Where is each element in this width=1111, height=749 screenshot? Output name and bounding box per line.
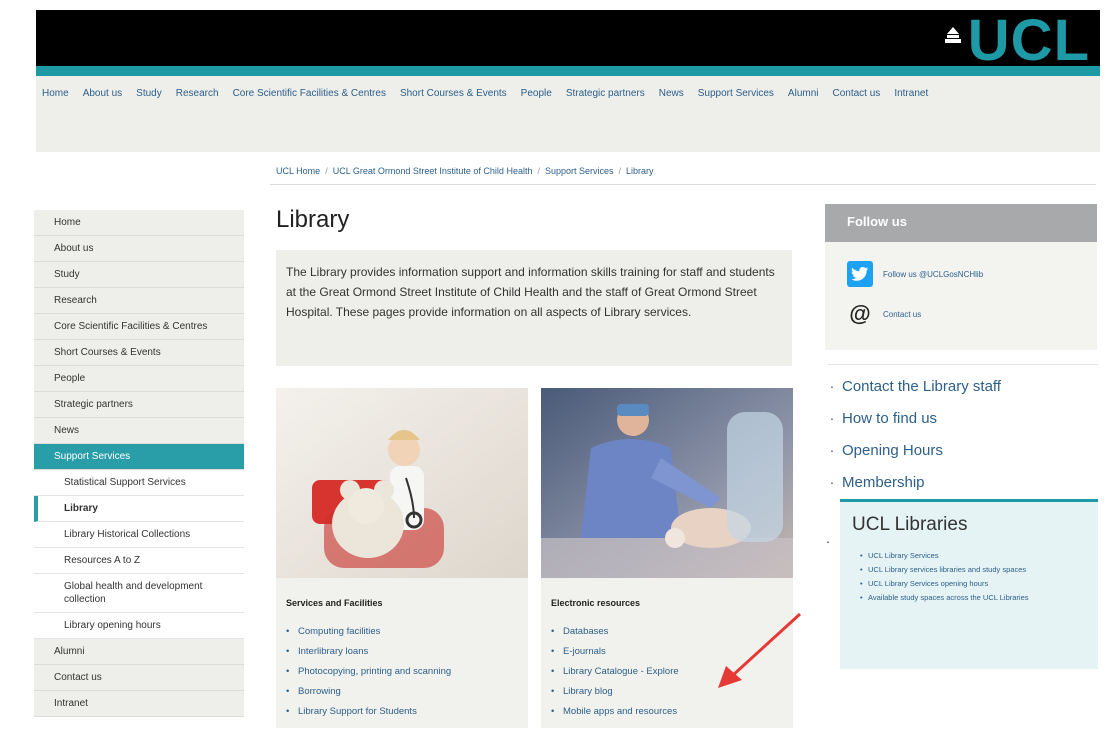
breadcrumb-divider: [270, 184, 1096, 185]
top-nav-research[interactable]: Research: [176, 88, 219, 99]
sidebar-item-people[interactable]: People: [34, 366, 244, 392]
link-ucl-library-services[interactable]: UCL Library Services: [860, 550, 1088, 562]
page-title: Library: [276, 206, 350, 233]
header-bar: UCL: [36, 8, 1100, 73]
breadcrumb-separator: /: [537, 166, 540, 176]
link-library-opening-hours[interactable]: UCL Library Services opening hours: [860, 578, 1088, 590]
ucl-libraries-list: UCL Library Services UCL Library service…: [850, 550, 1088, 604]
top-nav-contact-us[interactable]: Contact us: [833, 88, 881, 99]
twitter-row[interactable]: Follow us @UCLGosNCHlib: [825, 254, 1097, 294]
library-quick-links: Contact the Library staff How to find us…: [828, 364, 1098, 499]
top-nav-strategic-partners[interactable]: Strategic partners: [566, 88, 645, 99]
sidebar-item-core-facilities[interactable]: Core Scientific Facilities & Centres: [34, 314, 244, 340]
link-library-support[interactable]: Library Support for Students: [286, 702, 518, 722]
sidebar-navigation: Home About us Study Research Core Scient…: [34, 210, 244, 717]
twitter-link[interactable]: Follow us @UCLGosNCHlib: [883, 270, 983, 279]
sidebar-item-alumni[interactable]: Alumni: [34, 639, 244, 665]
sidebar-item-news[interactable]: News: [34, 418, 244, 444]
sidebar-item-strategic-partners[interactable]: Strategic partners: [34, 392, 244, 418]
sidebar-item-research[interactable]: Research: [34, 288, 244, 314]
top-nav-short-courses[interactable]: Short Courses & Events: [400, 88, 507, 99]
top-nav-core-facilities[interactable]: Core Scientific Facilities & Centres: [233, 88, 386, 99]
top-nav-about-us[interactable]: About us: [83, 88, 122, 99]
follow-us-title: Follow us: [825, 204, 1097, 242]
breadcrumb-separator: /: [618, 166, 622, 176]
services-card-title: Services and Facilities: [286, 598, 383, 608]
at-sign-icon: @: [849, 301, 871, 326]
link-contact-library-staff[interactable]: Contact the Library staff: [828, 367, 1098, 403]
contact-row[interactable]: @ Contact us: [825, 294, 1097, 334]
top-nav-home[interactable]: Home: [42, 88, 69, 99]
link-mobile-apps[interactable]: Mobile apps and resources: [551, 702, 783, 722]
sidebar-item-about-us[interactable]: About us: [34, 236, 244, 262]
sidebar-item-study[interactable]: Study: [34, 262, 244, 288]
top-navigation: Home About us Study Research Core Scient…: [36, 76, 1100, 152]
sidebar-subitem-historical-collections[interactable]: Library Historical Collections: [34, 522, 244, 548]
sidebar-subitem-statistical-support[interactable]: Statistical Support Services: [34, 470, 244, 496]
follow-us-panel: Follow us Follow us @UCLGosNCHlib @ Cont…: [825, 204, 1097, 350]
sidebar-subitem-library[interactable]: Library: [34, 496, 244, 522]
link-opening-hours[interactable]: Opening Hours: [828, 431, 1098, 467]
top-nav-support-services[interactable]: Support Services: [698, 88, 774, 99]
top-nav-study[interactable]: Study: [136, 88, 162, 99]
ucl-dome-icon: [944, 27, 961, 43]
sidebar-subitem-global-health[interactable]: Global health and development collection: [34, 574, 244, 613]
top-nav-news[interactable]: News: [659, 88, 684, 99]
link-interlibrary-loans[interactable]: Interlibrary loans: [286, 642, 518, 662]
libraries-bullet: .: [826, 530, 830, 546]
ucl-libraries-title: UCL Libraries: [852, 514, 968, 535]
sidebar-item-short-courses[interactable]: Short Courses & Events: [34, 340, 244, 366]
breadcrumb-institute[interactable]: UCL Great Ormond Street Institute of Chi…: [333, 166, 533, 176]
services-link-list: Computing facilities Interlibrary loans …: [276, 622, 528, 722]
top-nav-intranet[interactable]: Intranet: [894, 88, 928, 99]
link-membership[interactable]: Membership: [828, 463, 1098, 499]
link-borrowing[interactable]: Borrowing: [286, 682, 518, 702]
sidebar-item-intranet[interactable]: Intranet: [34, 691, 244, 717]
intro-text: The Library provides information support…: [276, 250, 792, 366]
link-libraries-study-spaces[interactable]: UCL Library services libraries and study…: [860, 564, 1088, 576]
breadcrumb-ucl-home[interactable]: UCL Home: [276, 166, 320, 176]
link-photocopying[interactable]: Photocopying, printing and scanning: [286, 662, 518, 682]
services-image: [276, 388, 528, 578]
breadcrumb: UCL Home / UCL Great Ormond Street Institu…: [276, 166, 654, 176]
annotation-arrow-icon: [718, 612, 802, 688]
sidebar-subitem-opening-hours[interactable]: Library opening hours: [34, 613, 244, 639]
services-card: Services and Facilities Computing facili…: [276, 388, 528, 728]
sidebar-item-support-services[interactable]: Support Services: [34, 444, 244, 470]
link-available-study-spaces[interactable]: Available study spaces across the UCL Li…: [860, 592, 1088, 604]
link-computing-facilities[interactable]: Computing facilities: [286, 622, 518, 642]
breadcrumb-library[interactable]: Library: [626, 166, 654, 176]
ucl-logo[interactable]: UCL: [942, 8, 1090, 73]
breadcrumb-separator: /: [325, 166, 328, 176]
ucl-libraries-panel: . UCL Libraries UCL Library Services UCL…: [826, 499, 1098, 669]
sidebar-item-contact-us[interactable]: Contact us: [34, 665, 244, 691]
top-nav-people[interactable]: People: [521, 88, 552, 99]
ucl-logo-text: UCL: [967, 8, 1090, 73]
sidebar-subitem-resources-a-to-z[interactable]: Resources A to Z: [34, 548, 244, 574]
electronic-resources-image: [541, 388, 793, 578]
header-accent-strip: [36, 66, 1100, 76]
breadcrumb-support-services[interactable]: Support Services: [545, 166, 614, 176]
link-how-to-find-us[interactable]: How to find us: [828, 399, 1098, 435]
twitter-icon: [847, 261, 873, 287]
top-nav-alumni[interactable]: Alumni: [788, 88, 819, 99]
contact-us-link[interactable]: Contact us: [883, 310, 921, 319]
sidebar-item-home[interactable]: Home: [34, 210, 244, 236]
